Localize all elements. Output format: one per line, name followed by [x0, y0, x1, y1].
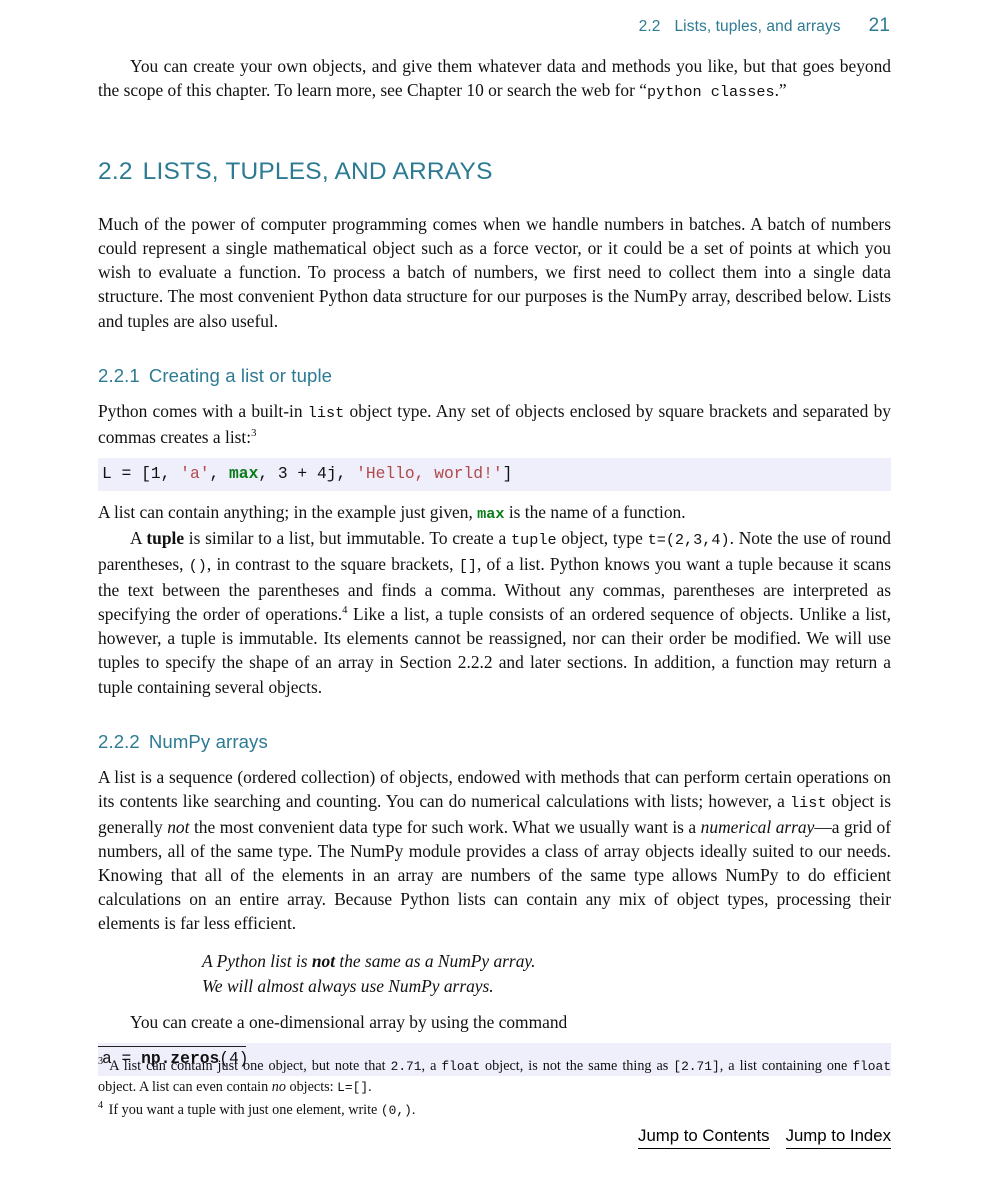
p3-bold-tuple: tuple [146, 527, 185, 548]
subsection-222-heading-title: NumPy arrays [148, 730, 268, 752]
callout-bold-not: not [311, 951, 336, 972]
fn3-f: objects: [285, 1079, 338, 1096]
p3-text-a: A [130, 527, 147, 548]
fn3-c: object, is not the same thing as [480, 1058, 674, 1074]
p3-text-e: , in contrast to the square brackets, [206, 554, 459, 575]
inline-code-brackets: [] [458, 557, 477, 576]
inline-code-list: list [307, 403, 345, 422]
p3-text-b: is similar to a list, but immutable. To … [184, 527, 511, 548]
bottom-navigation: Jump to Contents Jump to Index [0, 1126, 988, 1149]
code-text-2: , [209, 463, 230, 483]
inline-code-list-2: list [790, 793, 827, 812]
fn4-b: . [411, 1101, 416, 1118]
inline-code-tuple-literal: t=(2,3,4) [647, 530, 730, 549]
fn3-code-list-2-71: [2.71] [673, 1059, 720, 1074]
fn3-italic-no: no [271, 1079, 286, 1096]
fn3-b: , a [421, 1058, 442, 1074]
text-column: You can create your own objects, and giv… [98, 54, 891, 1085]
emphasis-numerical-array: numerical array [700, 816, 815, 837]
jump-to-contents-link[interactable]: Jump to Contents [638, 1126, 770, 1149]
code-string-hello-world: 'Hello, world!' [356, 463, 503, 483]
document-page: 2.2 Lists, tuples, and arrays 21 You can… [0, 0, 988, 1186]
fn3-e: object. A list can even contain [98, 1079, 272, 1096]
callout-line-2: We will almost always use NumPy arrays. [202, 975, 494, 996]
p3-text-c: object, type [556, 527, 648, 548]
subsection-221-paragraph-1: Python comes with a built-in list object… [98, 399, 891, 449]
inline-code-max: max [477, 504, 505, 523]
intro-text-part2: .” [774, 80, 787, 101]
subsection-heading-2-2-1: 2.2.1 Creating a list or tuple [98, 365, 891, 387]
code-string-a: 'a' [180, 463, 210, 483]
page-number: 21 [868, 15, 890, 36]
section-heading-2-2: 2.2 LISTS, TUPLES, AND ARRAYS [98, 158, 891, 186]
subsection-222-paragraph-1: A list is a sequence (ordered collection… [98, 765, 891, 936]
subsection-222-heading-number: 2.2.2 [98, 730, 140, 752]
subsection-221-paragraph-3: A tuple is similar to a list, but immuta… [98, 526, 891, 699]
section-heading-number: 2.2 [98, 158, 133, 186]
callout-line-1: A Python list is not the same as a NumPy… [202, 949, 891, 974]
s222-p1-c: the most convenient data type for such w… [189, 816, 701, 837]
running-head: 2.2 Lists, tuples, and arrays 21 [639, 15, 890, 37]
section-2-2-body-paragraph: Much of the power of computer programmin… [98, 214, 891, 331]
fn3-code-2-71: 2.71 [390, 1059, 422, 1074]
fn3-code-float-2: float [852, 1059, 891, 1074]
code-text-3: , 3 + 4j, [258, 463, 357, 483]
callout-line1-b: the same as a NumPy array. [335, 951, 536, 972]
footnote-4-marker: 4 [98, 1100, 104, 1112]
code-keyword-max: max [229, 463, 259, 483]
fn4-code-single-tuple: (0,) [380, 1102, 412, 1118]
jump-to-index-link[interactable]: Jump to Index [785, 1126, 891, 1149]
footnote-separator-rule [98, 1046, 246, 1047]
inline-code-python-classes: python classes [646, 83, 775, 102]
italic-callout: A Python list is not the same as a NumPy… [98, 949, 891, 998]
p2-text-b: is the name of a function. [504, 501, 686, 522]
section-heading-title: LISTS, TUPLES, AND ARRAYS [142, 158, 493, 186]
subsection-heading-title: Creating a list or tuple [148, 364, 333, 386]
fn3-g: . [368, 1079, 372, 1096]
fn3-code-empty-list: L=[] [337, 1080, 369, 1096]
subsection-221-paragraph-2: A list can contain anything; in the exam… [98, 500, 891, 526]
footnote-3-marker: 3 [98, 1056, 104, 1068]
emphasis-not: not [167, 816, 190, 837]
inline-code-parens: () [188, 557, 207, 576]
code-text-4: ] [502, 463, 513, 483]
fn3-code-float-1: float [441, 1059, 481, 1074]
code-block-list-example: L = [1, 'a', max, 3 + 4j, 'Hello, world!… [98, 457, 891, 491]
footnote-ref-3[interactable]: 3 [251, 428, 256, 439]
intro-paragraph: You can create your own objects, and giv… [98, 54, 891, 104]
footnotes-area: 3 A list can contain just one object, bu… [98, 1046, 891, 1122]
subsection-222-paragraph-2: You can create a one-dimensional array b… [130, 1012, 568, 1033]
footnote-4: 4 If you want a tuple with just one elem… [98, 1100, 891, 1121]
callout-line1-a: A Python list is [202, 951, 312, 972]
footnote-3: 3 A list can contain just one object, bu… [98, 1056, 891, 1099]
s222-p1-a: A list is a sequence (ordered collection… [98, 766, 891, 811]
fn4-a: If you want a tuple with just one elemen… [105, 1101, 381, 1118]
running-head-section-title: Lists, tuples, and arrays [674, 18, 841, 35]
p1-text-a: Python comes with a built-in [98, 400, 308, 421]
p2-text-a: A list can contain anything; in the exam… [98, 501, 478, 522]
running-head-section-number: 2.2 [638, 18, 661, 35]
subsection-heading-number: 2.2.1 [98, 364, 140, 386]
subsection-heading-2-2-2: 2.2.2 NumPy arrays [98, 731, 891, 753]
code-text-1: L = [1, [102, 463, 181, 483]
fn3-d: , a list containing one [719, 1058, 853, 1074]
inline-code-tuple: tuple [510, 530, 557, 549]
fn3-a: A list can contain just one object, but … [105, 1058, 391, 1074]
